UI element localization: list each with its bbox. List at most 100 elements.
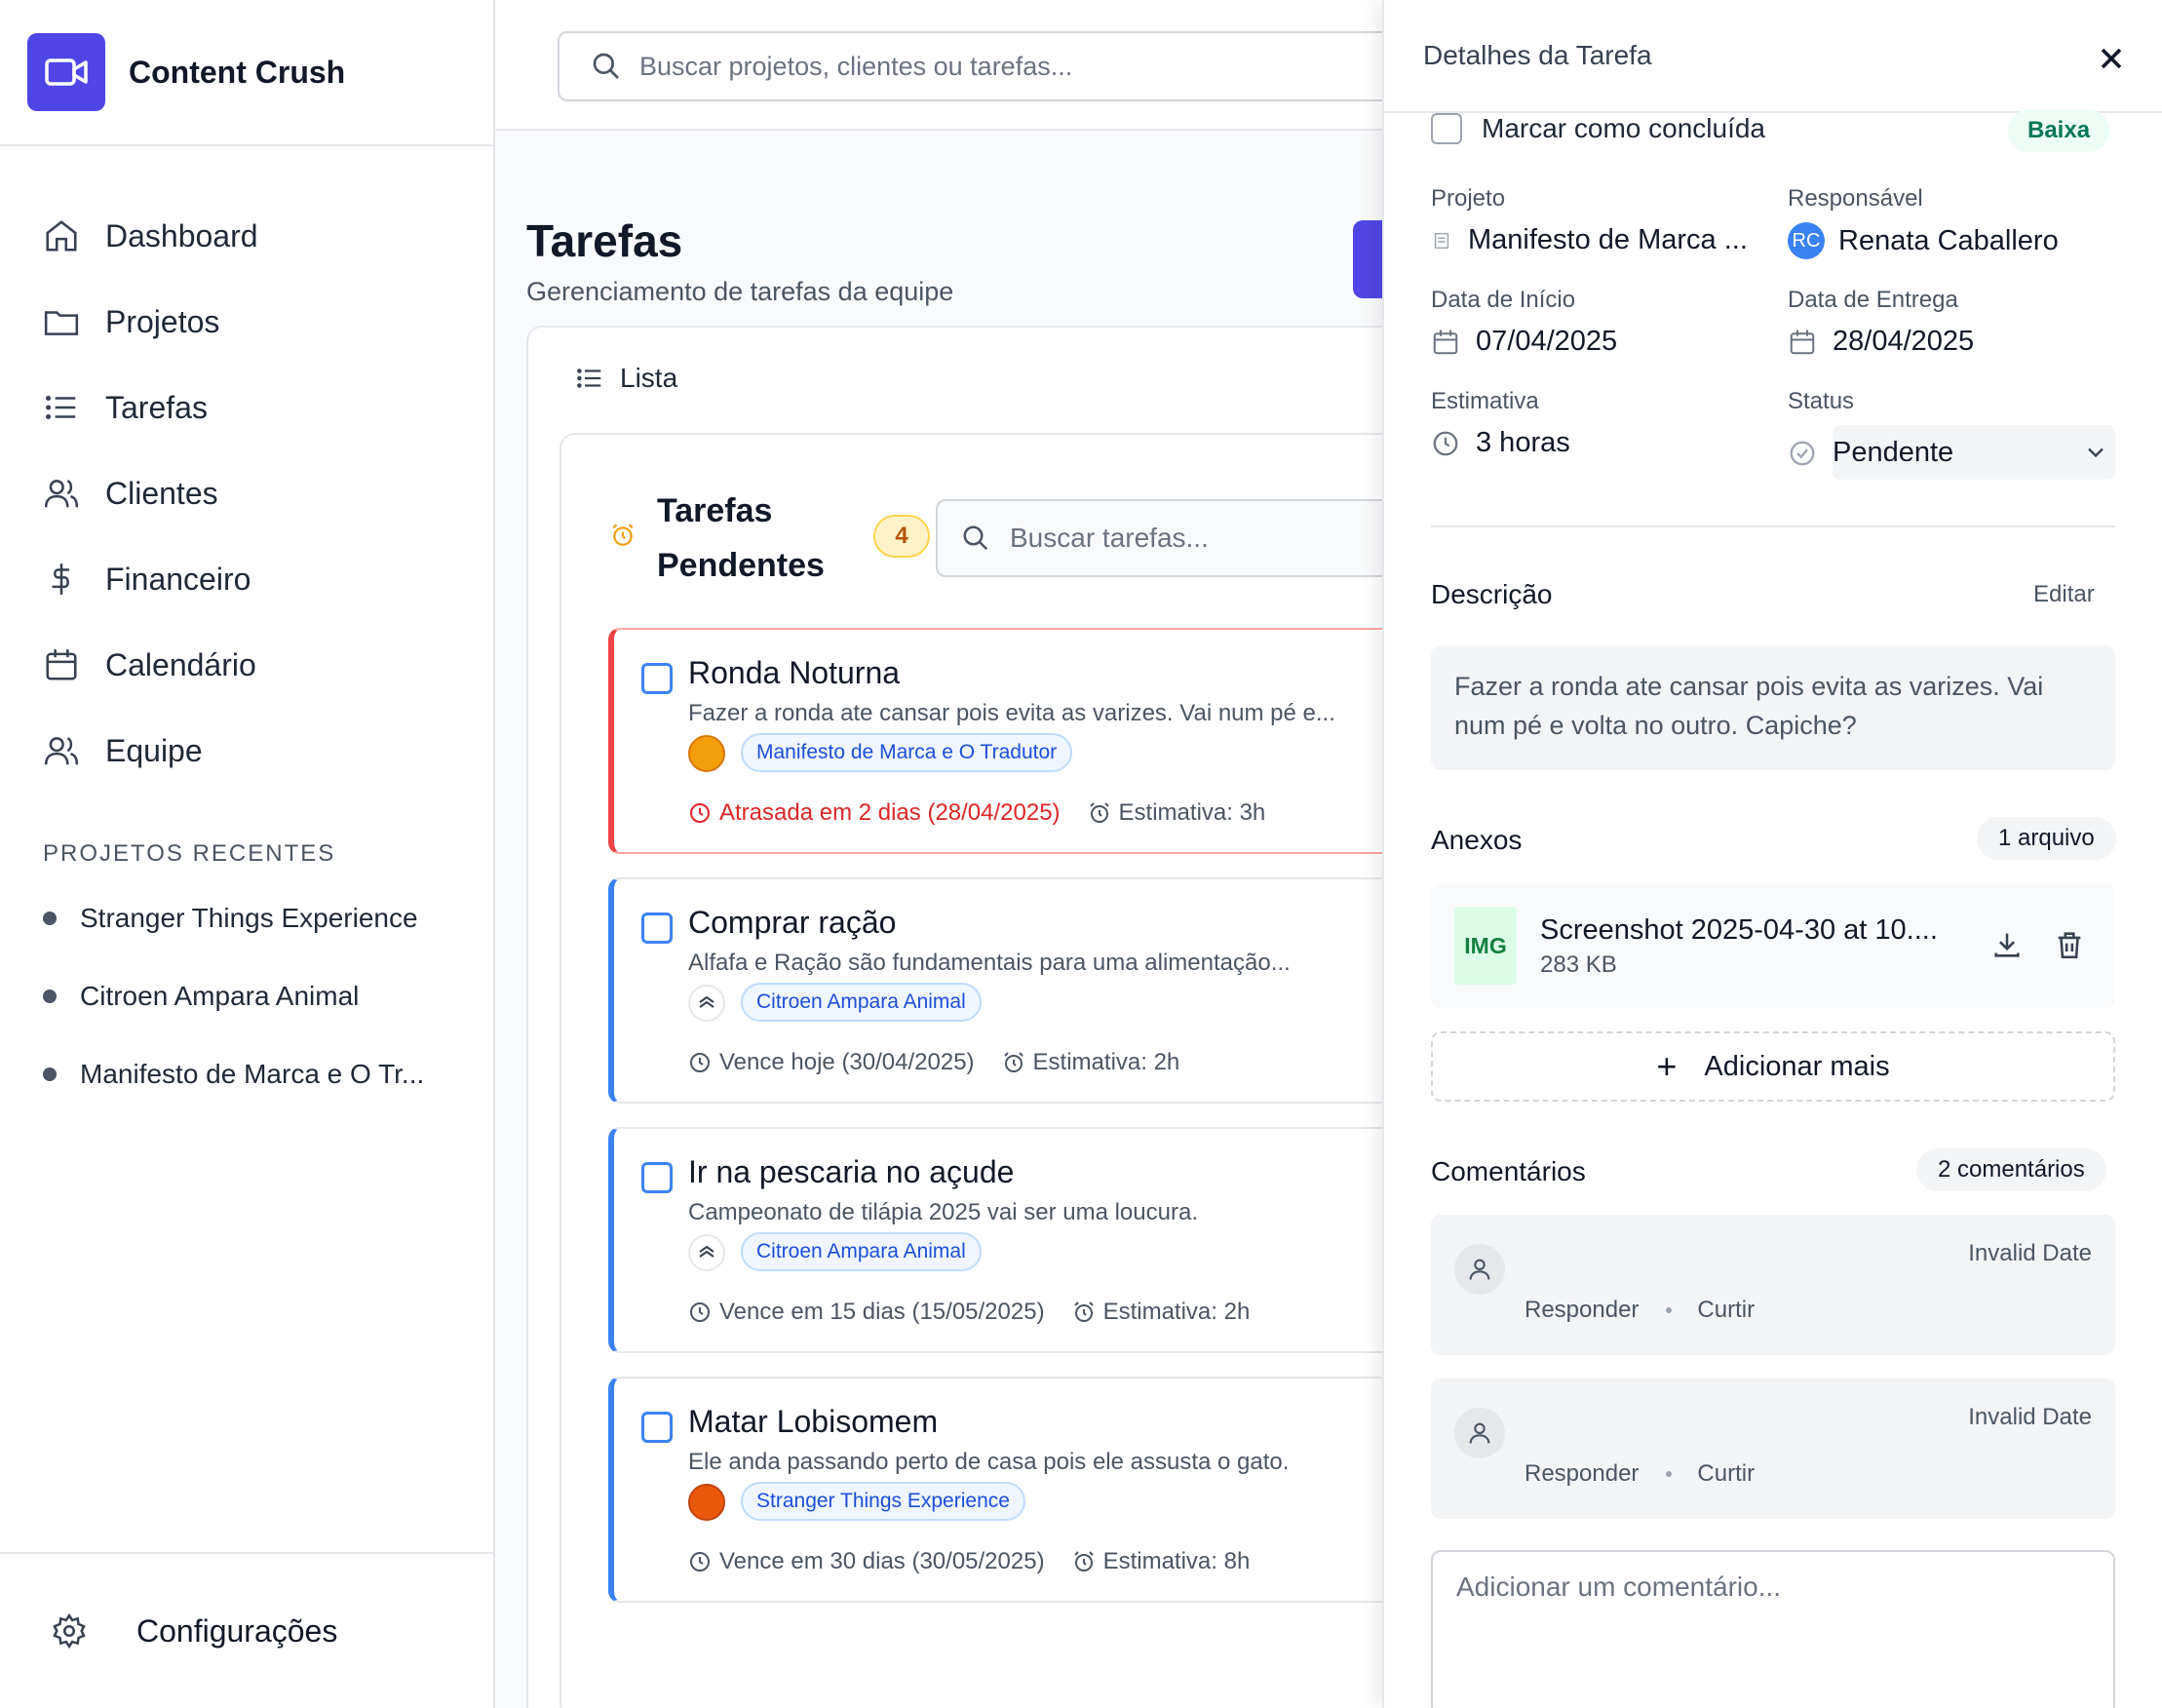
clock-icon [690, 1053, 710, 1072]
status-select[interactable]: Pendente [1833, 425, 2115, 480]
settings-link[interactable]: Configurações [0, 1552, 493, 1708]
home-icon [46, 220, 77, 252]
add-attachment-button[interactable]: + Adicionar mais [1431, 1031, 2115, 1102]
client-logo [688, 735, 725, 772]
start-date-label: Data de Início [1431, 287, 1576, 313]
search-placeholder: Buscar projetos, clientes ou tarefas... [639, 51, 1073, 81]
start-date: 07/04/2025 [1476, 326, 1618, 357]
checkbox[interactable] [1431, 113, 1462, 144]
project-tag[interactable]: Citroen Ampara Animal [741, 983, 982, 1022]
task-title: Comprar ração [688, 905, 897, 940]
priority-badge: Baixa [2008, 109, 2110, 152]
alarm-clock-icon [1003, 1052, 1023, 1072]
reply-button[interactable]: Responder [1525, 1297, 1639, 1324]
task-card[interactable]: Ronda Noturna Fazer a ronda ate cansar p… [608, 628, 1474, 854]
users-icon [44, 480, 79, 508]
close-icon[interactable] [2094, 41, 2129, 76]
project-tag[interactable]: Manifesto de Marca e O Tradutor [741, 733, 1073, 772]
recent-project-item[interactable]: Citroen Ampara Animal [0, 957, 493, 1035]
mark-done-label: Marcar como concluída [1482, 113, 1766, 143]
assignee-label: Responsável [1788, 185, 1923, 212]
nav-label: Tarefas [105, 389, 208, 425]
image-file-icon: IMG [1454, 907, 1517, 985]
like-button[interactable]: Curtir [1697, 1460, 1755, 1488]
task-detail-drawer: Detalhes da Tarefa Marcar como concluída… [1382, 0, 2162, 1708]
task-checkbox[interactable] [641, 663, 673, 694]
download-icon[interactable] [1990, 928, 2024, 961]
bullet [43, 990, 57, 1003]
due-date-value[interactable]: 28/04/2025 [1788, 326, 1974, 358]
attachments-count: 1 arquivo [1977, 817, 2116, 860]
calendar-icon [1433, 330, 1458, 354]
task-search-placeholder: Buscar tarefas... [1010, 523, 1209, 553]
recent-project-item[interactable]: Manifesto de Marca e O Tr... [0, 1035, 493, 1113]
folder-icon [44, 311, 79, 335]
alarm-clock-icon [1073, 1551, 1094, 1572]
like-button[interactable]: Curtir [1697, 1297, 1755, 1324]
divider [1431, 525, 2115, 527]
mark-done-checkbox[interactable]: Marcar como concluída [1431, 113, 1765, 144]
task-title: Ronda Noturna [688, 655, 901, 690]
pending-tasks-column: Tarefas Pendentes 4 Buscar tarefas... Ro… [560, 433, 1474, 1708]
recent-project-label: Manifesto de Marca e O Tr... [80, 1059, 425, 1089]
recent-project-label: Stranger Things Experience [80, 903, 418, 933]
recent-project-item[interactable]: Stranger Things Experience [0, 879, 493, 957]
estimate-value[interactable]: 3 horas [1431, 427, 1570, 459]
task-card[interactable]: Ir na pescaria no açude Campeonato de ti… [608, 1127, 1447, 1353]
task-estimate: Estimativa: 2h [1102, 1299, 1251, 1325]
gear-icon [53, 1612, 86, 1650]
clock-icon [690, 1302, 710, 1322]
comment-date: Invalid Date [1968, 1240, 2092, 1266]
video-camera-icon [27, 33, 105, 111]
calendar-icon [46, 649, 77, 680]
project-label: Projeto [1431, 185, 1506, 212]
settings-label: Configurações [136, 1612, 338, 1649]
task-card[interactable]: Comprar ração Alfafa e Ração são fundame… [608, 877, 1474, 1104]
app-root: Content Crush Dashboard Projetos Tarefas… [0, 0, 2162, 1708]
task-estimate: Estimativa: 8h [1102, 1548, 1251, 1574]
alarm-clock-icon [1089, 802, 1109, 823]
nav-item-dashboard[interactable]: Dashboard [0, 193, 493, 279]
edit-description-button[interactable]: Editar [2033, 581, 2095, 608]
task-description: Ele anda passando perto de casa pois ele… [688, 1449, 1290, 1475]
due-date-label: Data de Entrega [1788, 287, 1958, 313]
nav-label: Equipe [105, 732, 203, 768]
task-card[interactable]: Matar Lobisomem Ele anda passando perto … [608, 1377, 1474, 1603]
status-value: Pendente [1833, 436, 1954, 468]
description-title: Descrição [1431, 579, 1553, 609]
nav-item-tarefas[interactable]: Tarefas [0, 365, 493, 450]
task-title: Matar Lobisomem [688, 1404, 939, 1439]
nav-item-clientes[interactable]: Clientes [0, 450, 493, 536]
task-search-input[interactable]: Buscar tarefas... [936, 499, 1443, 577]
project-name: Manifesto de Marca ... [1468, 224, 1748, 255]
nav-item-calendario[interactable]: Calendário [0, 622, 493, 708]
reply-button[interactable]: Responder [1525, 1460, 1639, 1488]
task-checkbox[interactable] [641, 1162, 673, 1193]
assignee-value[interactable]: RC Renata Caballero [1788, 222, 2059, 259]
task-estimate: Estimativa: 2h [1032, 1049, 1180, 1075]
task-checkbox[interactable] [641, 912, 673, 944]
view-tab-list[interactable]: Lista [575, 363, 677, 394]
brand[interactable]: Content Crush [0, 0, 493, 146]
task-meta: Vence em 15 dias (15/05/2025) Estimativa… [688, 1299, 1250, 1326]
task-count-badge: 4 [873, 515, 930, 558]
task-checkbox[interactable] [641, 1412, 673, 1443]
start-date-value[interactable]: 07/04/2025 [1431, 326, 1617, 358]
status-label: Status [1788, 388, 1855, 414]
nav-item-financeiro[interactable]: Financeiro [0, 536, 493, 622]
nav-item-equipe[interactable]: Equipe [0, 708, 493, 794]
trash-icon[interactable] [2053, 928, 2086, 961]
project-tag[interactable]: Stranger Things Experience [741, 1482, 1025, 1521]
attachment-name: Screenshot 2025-04-30 at 10.... [1540, 914, 1938, 946]
attachment-size: 283 KB [1540, 951, 1617, 978]
attachment-item[interactable]: IMG Screenshot 2025-04-30 at 10.... 283 … [1431, 883, 2115, 1008]
comment-input[interactable]: Adicionar um comentário... [1431, 1550, 2115, 1708]
alarm-clock-icon [612, 524, 634, 546]
project-value[interactable]: Manifesto de Marca ... [1431, 224, 1748, 256]
task-meta: Vence hoje (30/04/2025) Estimativa: 2h [688, 1049, 1179, 1076]
tasks-panel: Lista Tarefas Pendentes 4 Buscar tarefas… [526, 326, 1474, 1708]
nav-label: Financeiro [105, 561, 251, 597]
nav-item-projetos[interactable]: Projetos [0, 279, 493, 365]
global-search-input[interactable]: Buscar projetos, clientes ou tarefas... [558, 31, 1435, 101]
project-tag[interactable]: Citroen Ampara Animal [741, 1232, 982, 1271]
